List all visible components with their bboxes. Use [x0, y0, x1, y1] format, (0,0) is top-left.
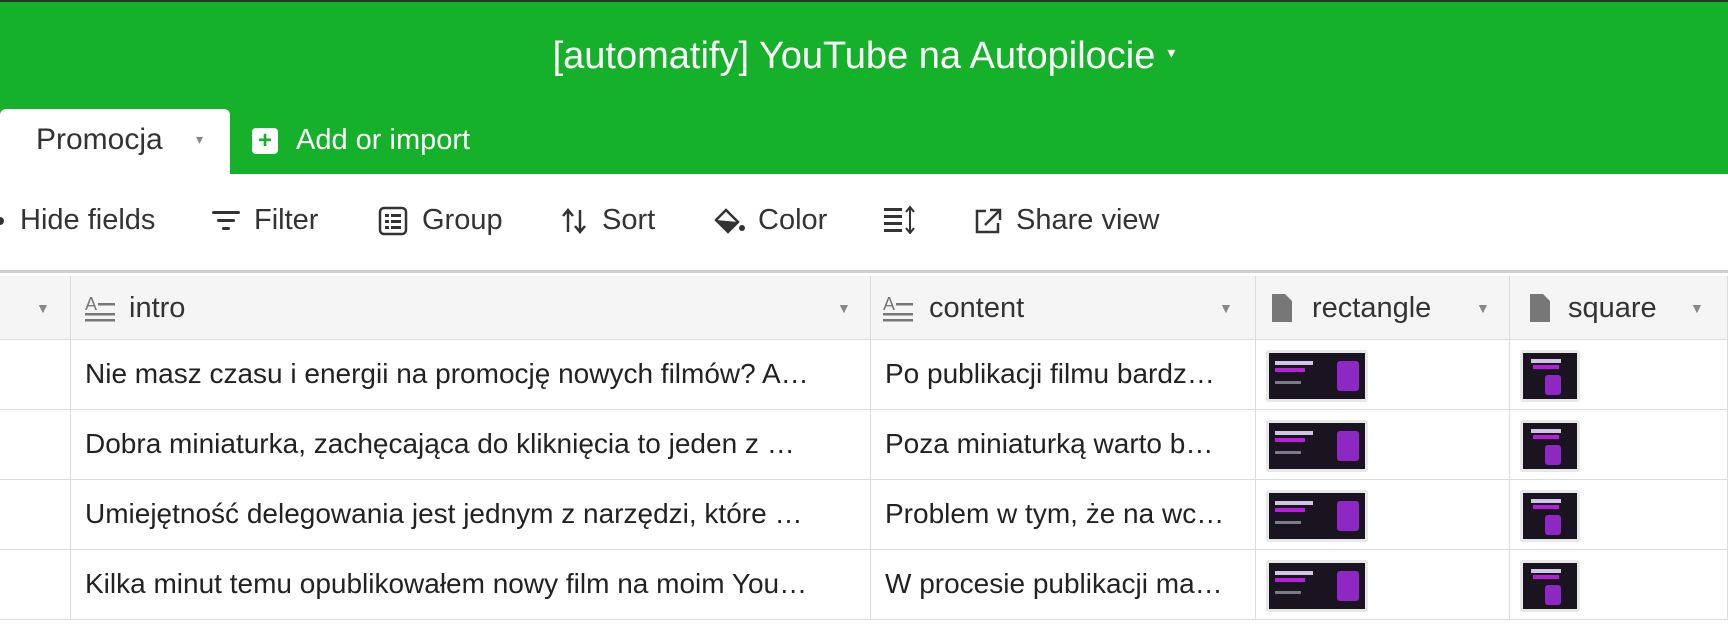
column-name: intro [129, 292, 186, 324]
table-cell-rectangle[interactable] [1256, 480, 1510, 550]
hide-fields-button[interactable]: Hide fields [0, 204, 155, 237]
chevron-down-icon[interactable]: ▼ [36, 300, 50, 316]
table-cell-intro[interactable]: Umiejętność delegowania jest jednym z na… [71, 480, 871, 550]
cell-text: Problem w tym, że na wc… [885, 498, 1225, 529]
hide-fields-label: Hide fields [20, 204, 156, 236]
column-name: content [929, 292, 1025, 324]
group-icon [378, 206, 408, 235]
column-header-rectangle[interactable]: rectangle ▼ [1256, 276, 1510, 340]
filter-label: Filter [254, 204, 319, 236]
table-cell-intro[interactable]: Dobra miniaturka, zachęcająca do kliknię… [71, 410, 871, 480]
row-primary-cell[interactable] [0, 340, 71, 410]
attachment-thumbnail[interactable] [1520, 420, 1580, 472]
base-header: [automatify] YouTube na Autopilocie ▾ Pro… [0, 2, 1728, 177]
cell-text: Nie masz czasu i energii na promocję now… [85, 358, 809, 389]
chevron-down-icon[interactable]: ▼ [837, 300, 851, 316]
base-title[interactable]: [automatify] YouTube na Autopilocie ▾ [0, 30, 1728, 84]
share-view-button[interactable]: Share view [972, 204, 1159, 237]
base-title-text[interactable]: [automatify] YouTube na Autopilocie [553, 35, 1156, 77]
color-button[interactable]: Color [712, 204, 827, 237]
sort-icon [562, 207, 586, 234]
group-button[interactable]: Group [378, 204, 503, 237]
chevron-down-icon[interactable]: ▼ [1476, 300, 1490, 316]
table-cell-square[interactable] [1510, 410, 1728, 480]
cell-text: W procesie publikacji ma… [885, 568, 1223, 599]
attachment-thumbnail[interactable] [1266, 490, 1368, 542]
column-header-primary[interactable]: ▼ [0, 276, 71, 340]
column-name: rectangle [1312, 292, 1432, 324]
table-cell-rectangle[interactable] [1256, 550, 1510, 620]
table-cell-intro[interactable]: Kilka minut temu opublikowałem nowy film… [71, 550, 871, 620]
long-text-icon: A [85, 294, 115, 322]
table-cell-rectangle[interactable] [1256, 340, 1510, 410]
table-cell-intro[interactable]: Nie masz czasu i energii na promocję now… [71, 340, 871, 410]
attachment-icon [1530, 294, 1550, 322]
attachment-thumbnail[interactable] [1266, 350, 1368, 402]
chevron-down-icon[interactable]: ▼ [1219, 300, 1233, 316]
share-view-label: Share view [1016, 204, 1160, 236]
row-height-icon [884, 205, 915, 234]
column-header-intro[interactable]: A intro ▼ [71, 276, 871, 340]
cell-text: Po publikacji filmu bardz… [885, 358, 1215, 389]
group-label: Group [422, 204, 503, 236]
column-header-content[interactable]: A content ▼ [871, 276, 1256, 340]
filter-icon [212, 210, 240, 230]
sort-button[interactable]: Sort [560, 204, 655, 237]
paint-bucket-icon [714, 207, 745, 234]
table-cell-square[interactable] [1510, 340, 1728, 410]
tab-promocja[interactable]: Promocja ▾ [0, 109, 230, 177]
row-primary-cell[interactable] [0, 410, 71, 480]
plus-icon: + [252, 127, 278, 154]
attachment-thumbnail[interactable] [1266, 560, 1368, 612]
add-or-import-button[interactable]: + Add or import [252, 124, 470, 157]
table-cell-content[interactable]: Poza miniaturką warto b… [871, 410, 1256, 480]
table-cell-square[interactable] [1510, 550, 1728, 620]
records-grid: ▼ A intro ▼ A content ▼ rectangle ▼ squa [0, 270, 1728, 627]
add-or-import-label: Add or import [296, 124, 471, 156]
row-primary-cell[interactable] [0, 550, 71, 620]
attachment-thumbnail[interactable] [1520, 560, 1580, 612]
cell-text: Kilka minut temu opublikowałem nowy film… [85, 568, 808, 599]
table-cell-content[interactable]: Problem w tym, że na wc… [871, 480, 1256, 550]
row-primary-cell[interactable] [0, 480, 71, 550]
long-text-icon: A [883, 294, 913, 322]
attachment-icon [1272, 294, 1292, 322]
chevron-down-icon[interactable]: ▾ [1167, 45, 1175, 62]
row-height-button[interactable] [882, 204, 928, 234]
tab-label[interactable]: Promocja [36, 123, 163, 157]
color-label: Color [758, 204, 828, 236]
attachment-thumbnail[interactable] [1520, 350, 1580, 402]
sort-label: Sort [602, 204, 656, 236]
eye-icon [0, 216, 4, 225]
column-header-square[interactable]: square ▼ [1510, 276, 1728, 340]
view-toolbar: Hide fields Filter Group Sort Color Shar… [0, 174, 1728, 270]
svg-text:A: A [85, 294, 97, 314]
attachment-thumbnail[interactable] [1266, 420, 1368, 472]
table-cell-content[interactable]: W procesie publikacji ma… [871, 550, 1256, 620]
table-cell-content[interactable]: Po publikacji filmu bardz… [871, 340, 1256, 410]
column-name: square [1568, 292, 1657, 324]
filter-button[interactable]: Filter [210, 204, 318, 237]
cell-text: Poza miniaturką warto b… [885, 428, 1214, 459]
chevron-down-icon[interactable]: ▼ [1690, 300, 1704, 316]
cell-text: Dobra miniaturka, zachęcająca do kliknię… [85, 428, 795, 459]
table-cell-square[interactable] [1510, 480, 1728, 550]
svg-text:A: A [883, 294, 895, 314]
share-icon [975, 208, 1002, 233]
table-cell-rectangle[interactable] [1256, 410, 1510, 480]
chevron-down-icon[interactable]: ▾ [196, 131, 203, 148]
attachment-thumbnail[interactable] [1520, 490, 1580, 542]
cell-text: Umiejętność delegowania jest jednym z na… [85, 498, 803, 529]
